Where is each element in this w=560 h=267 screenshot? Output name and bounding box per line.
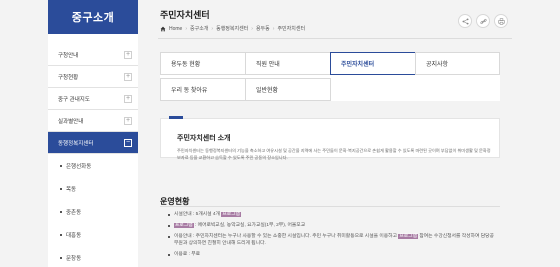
list-item: 시설안내 : 5개시설 4개 프로그램 xyxy=(168,211,498,218)
breadcrumb-item[interactable]: 동행정복지센터 xyxy=(216,25,248,32)
sidebar-title: 중구소개 xyxy=(48,0,138,34)
intro-title: 주민자치센터 소개 xyxy=(177,135,231,142)
sidebar-item-office-guide[interactable]: 구청안내 + xyxy=(48,44,138,66)
link-icon xyxy=(479,18,487,24)
chevron-right-icon: › xyxy=(272,25,275,32)
sidebar-subitem[interactable]: 은행선화동 xyxy=(48,154,138,177)
minus-icon: − xyxy=(124,138,132,147)
operations-list: 시설안내 : 5개시설 4개 프로그램 프로그램 : 에어로빅교실, 농악교실,… xyxy=(168,211,498,262)
sidebar-item-label: 구청안내 xyxy=(58,52,79,59)
tab-notices[interactable]: 공지사항 xyxy=(415,52,500,75)
link-button[interactable] xyxy=(476,14,490,28)
bullet-icon xyxy=(60,164,62,167)
sidebar-item-district-map[interactable]: 중구 관내지도 + xyxy=(48,88,138,110)
sidebar-subitem[interactable]: 목동 xyxy=(48,177,138,200)
page-title: 주민자치센터 xyxy=(160,10,210,20)
divider xyxy=(160,206,500,207)
list-item: 프로그램 : 에어로빅교실, 농악교실, 요가교실(1부, 2부), 어울모교 xyxy=(168,222,498,229)
sidebar-subitem[interactable]: 문창동 xyxy=(48,246,138,267)
intro-body: 주민자치센터는 동행정복지센터의 기능을 축소하고 여유시설 및 공간을 지역에… xyxy=(177,148,491,160)
breadcrumb-item[interactable]: 중구소개 xyxy=(190,25,208,32)
tab-general-status[interactable]: 일반현황 xyxy=(245,78,331,101)
sidebar-subitem[interactable]: 대흥동 xyxy=(48,223,138,246)
breadcrumb-home[interactable]: Home xyxy=(169,26,182,32)
sidebar-item-label: 중구 관내지도 xyxy=(58,96,90,103)
accent-bar xyxy=(169,116,183,119)
breadcrumb: Home › 중구소개 › 동행정복지센터 › 용두동 › 주민자치센터 xyxy=(160,25,305,32)
intro-box: 주민자치센터 소개 주민자치센터는 동행정복지센터의 기능을 축소하고 여유시설… xyxy=(160,116,500,160)
sidebar-item-community-center[interactable]: 동행정복지센터 − xyxy=(48,132,138,154)
page: 중구소개 구청안내 + 구청현황 + 중구 관내지도 + 실과별안내 + 동행정… xyxy=(0,0,560,267)
share-icon xyxy=(461,17,469,25)
sidebar-item-office-status[interactable]: 구청현황 + xyxy=(48,66,138,88)
print-icon xyxy=(497,17,505,25)
print-button[interactable] xyxy=(494,14,508,28)
sidebar-subitem[interactable]: 중촌동 xyxy=(48,200,138,223)
plus-icon: + xyxy=(124,72,132,81)
bullet-icon xyxy=(60,187,62,190)
tab-community-center[interactable]: 주민자치센터 xyxy=(330,52,416,75)
chevron-right-icon: › xyxy=(251,25,253,32)
list-item: 이용안내 : 주민자치센터는 누구나 사용할 수 있는 소중한 시설입니다. 주… xyxy=(168,233,498,247)
sidebar: 중구소개 구청안내 + 구청현황 + 중구 관내지도 + 실과별안내 + 동행정… xyxy=(48,0,138,267)
sidebar-item-label: 구청현황 xyxy=(58,74,79,81)
sidebar-item-department-guide[interactable]: 실과별안내 + xyxy=(48,110,138,132)
breadcrumb-current: 주민자치센터 xyxy=(277,26,306,32)
plus-icon: + xyxy=(124,50,132,59)
page-tools xyxy=(458,14,508,28)
sidebar-item-label: 동행정복지센터 xyxy=(58,140,94,147)
plus-icon: + xyxy=(124,116,132,125)
chevron-right-icon: › xyxy=(185,25,188,32)
divider xyxy=(158,38,512,39)
chevron-right-icon: › xyxy=(211,25,214,32)
bullet-icon xyxy=(60,210,62,213)
tab-find-our-dong[interactable]: 우리 동 찾아유 xyxy=(160,78,246,101)
main-content: 주민자치센터 Home › 중구소개 › 동행정복지센터 › 용두동 › 주민자… xyxy=(150,0,512,267)
tab-yongdu-status[interactable]: 용두동 현황 xyxy=(160,52,246,75)
tab-staff-guide[interactable]: 직원 안내 xyxy=(245,52,331,75)
tab-bar: 용두동 현황 직원 안내 주민자치센터 공지사항 우리 동 찾아유 일반현황 xyxy=(160,52,500,101)
bullet-icon xyxy=(60,233,62,236)
share-button[interactable] xyxy=(458,14,472,28)
list-item: 이용료 : 무료 xyxy=(168,251,498,258)
bullet-icon xyxy=(60,256,62,259)
breadcrumb-item[interactable]: 용두동 xyxy=(256,25,270,32)
sidebar-item-label: 실과별안내 xyxy=(58,118,84,125)
plus-icon: + xyxy=(124,94,132,103)
home-icon xyxy=(160,26,166,31)
